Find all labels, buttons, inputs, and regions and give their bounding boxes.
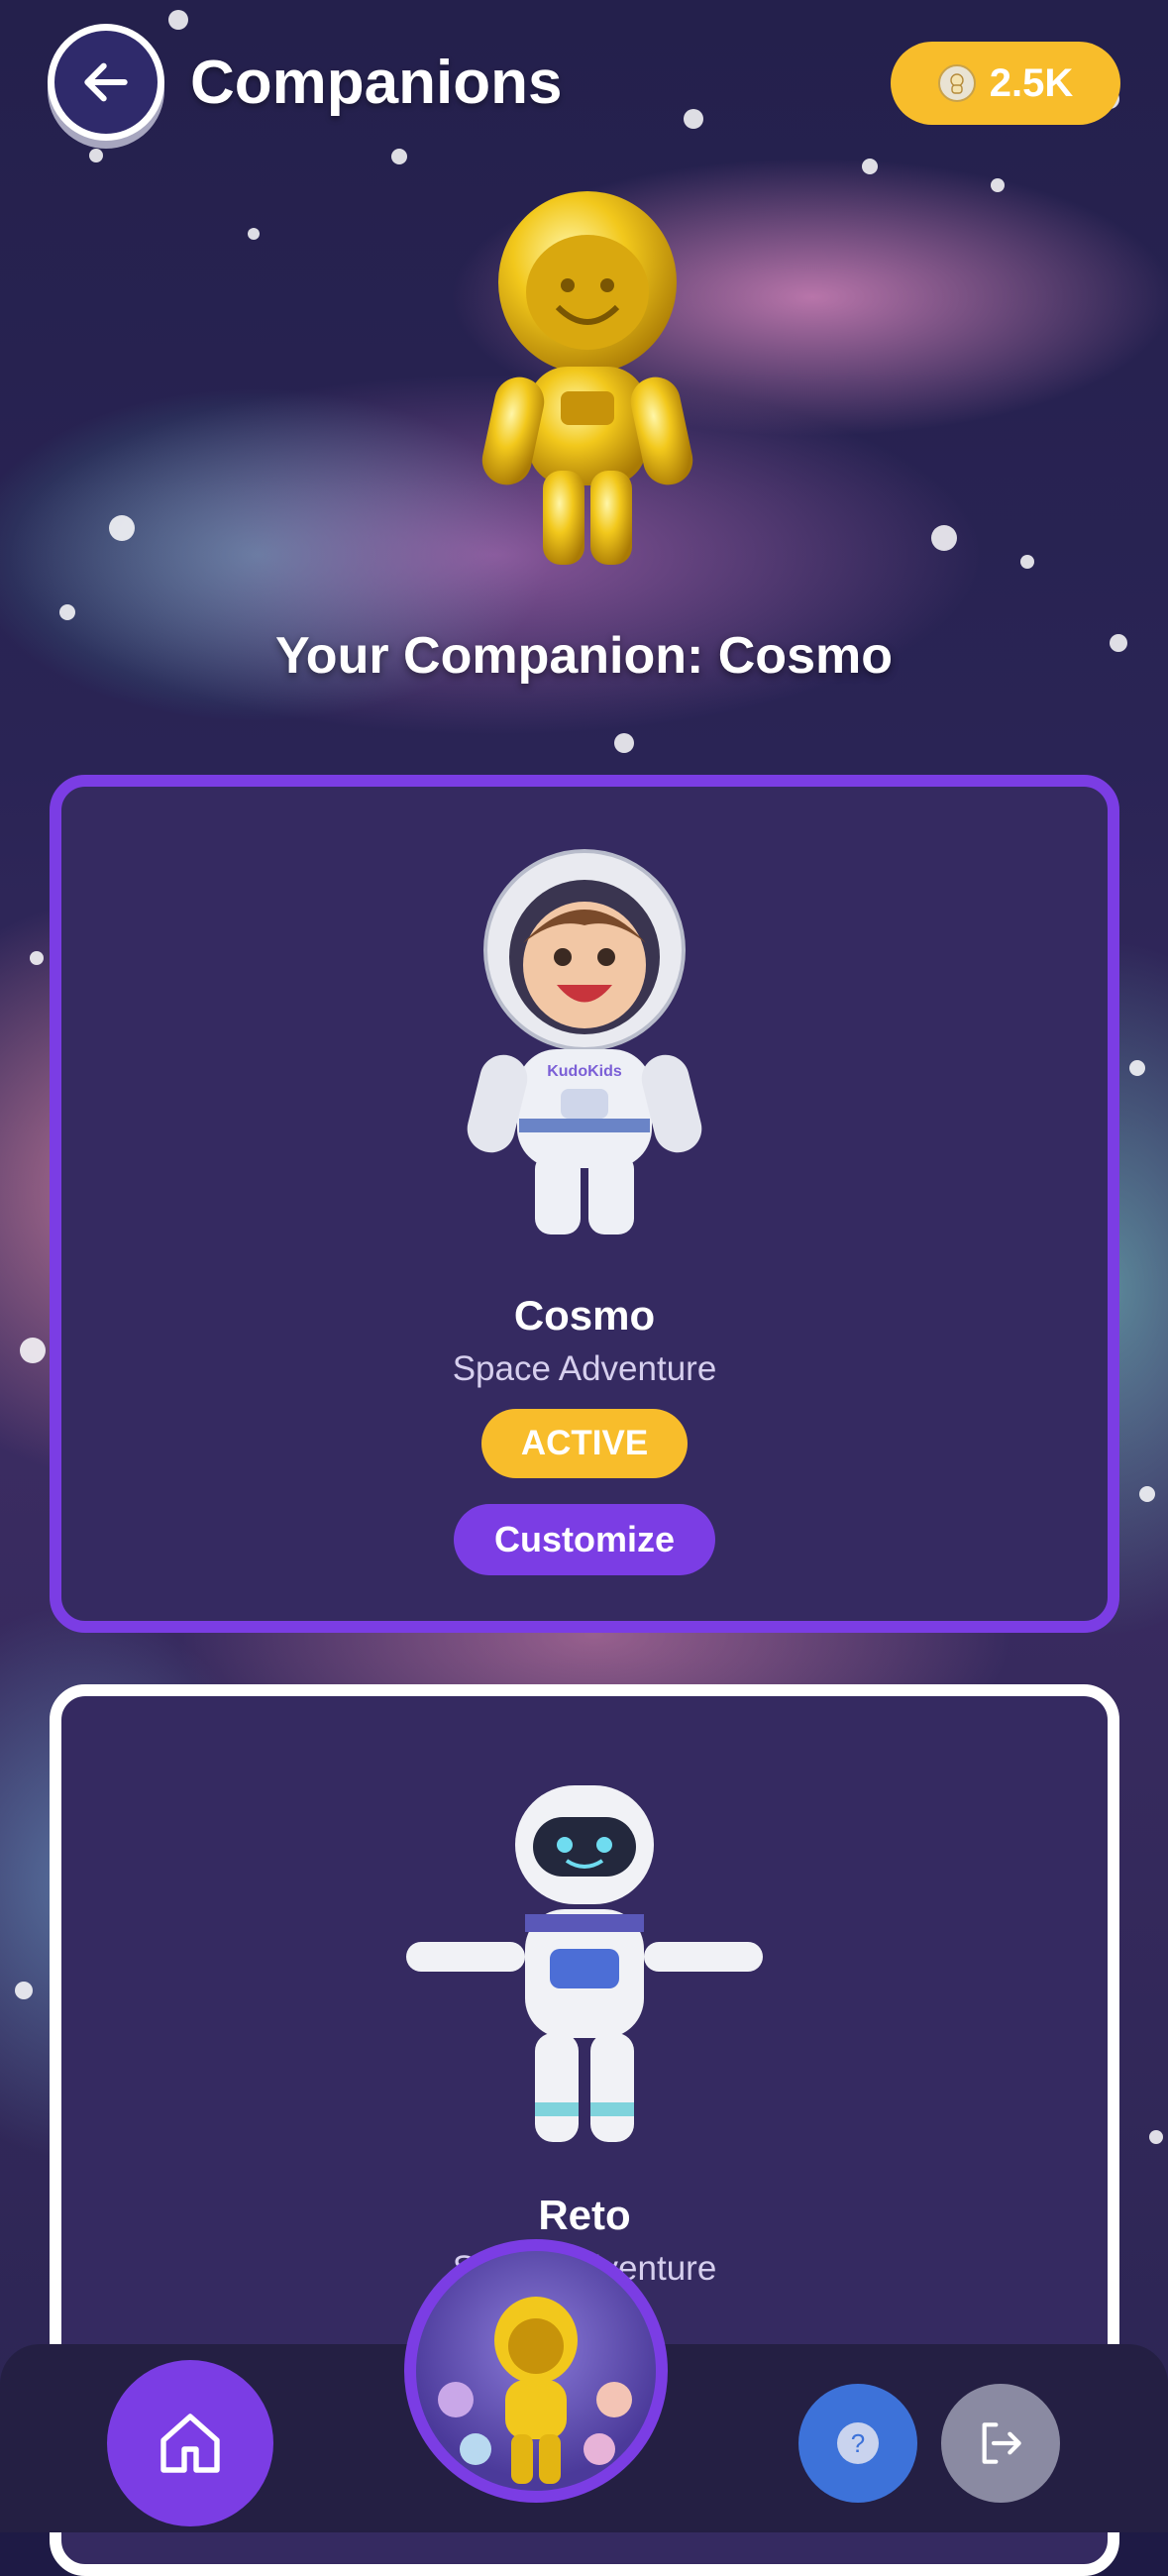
home-button[interactable] — [107, 2360, 273, 2526]
astronaut-coin-icon — [937, 64, 976, 102]
companion-avatar-button[interactable] — [404, 2239, 668, 2503]
cosmo-astronaut-image: KudoKids — [466, 846, 703, 1247]
help-button[interactable]: ? — [798, 2384, 917, 2503]
reto-robot-image — [396, 1775, 773, 2157]
current-companion-caption: Your Companion: Cosmo — [274, 627, 893, 685]
coin-balance[interactable]: 2.5K — [891, 42, 1120, 125]
companion-name: Reto — [538, 2192, 631, 2238]
page-title: Companions — [190, 49, 563, 117]
help-glyph: ? — [851, 2428, 865, 2458]
help-icon: ? — [837, 2422, 879, 2464]
companion-card-cosmo[interactable]: KudoKids Cosmo Space Adventure ACTIVE Cu… — [50, 775, 1119, 1633]
cosmo-shirt-text: KudoKids — [547, 1063, 622, 1080]
home-icon — [160, 2414, 220, 2473]
logout-button[interactable] — [941, 2384, 1060, 2503]
coin-count: 2.5K — [989, 60, 1074, 105]
companion-name: Cosmo — [513, 1292, 656, 1339]
back-button[interactable] — [48, 24, 164, 141]
exit-icon — [982, 2422, 1021, 2464]
companion-theme: Space Adventure — [452, 1349, 717, 1388]
active-badge: ACTIVE — [481, 1409, 688, 1478]
customize-button[interactable]: Customize — [454, 1504, 715, 1575]
gold-astronaut-figure — [474, 188, 701, 575]
arrow-left-icon — [84, 62, 128, 102]
gold-astronaut-avatar — [438, 2297, 632, 2484]
